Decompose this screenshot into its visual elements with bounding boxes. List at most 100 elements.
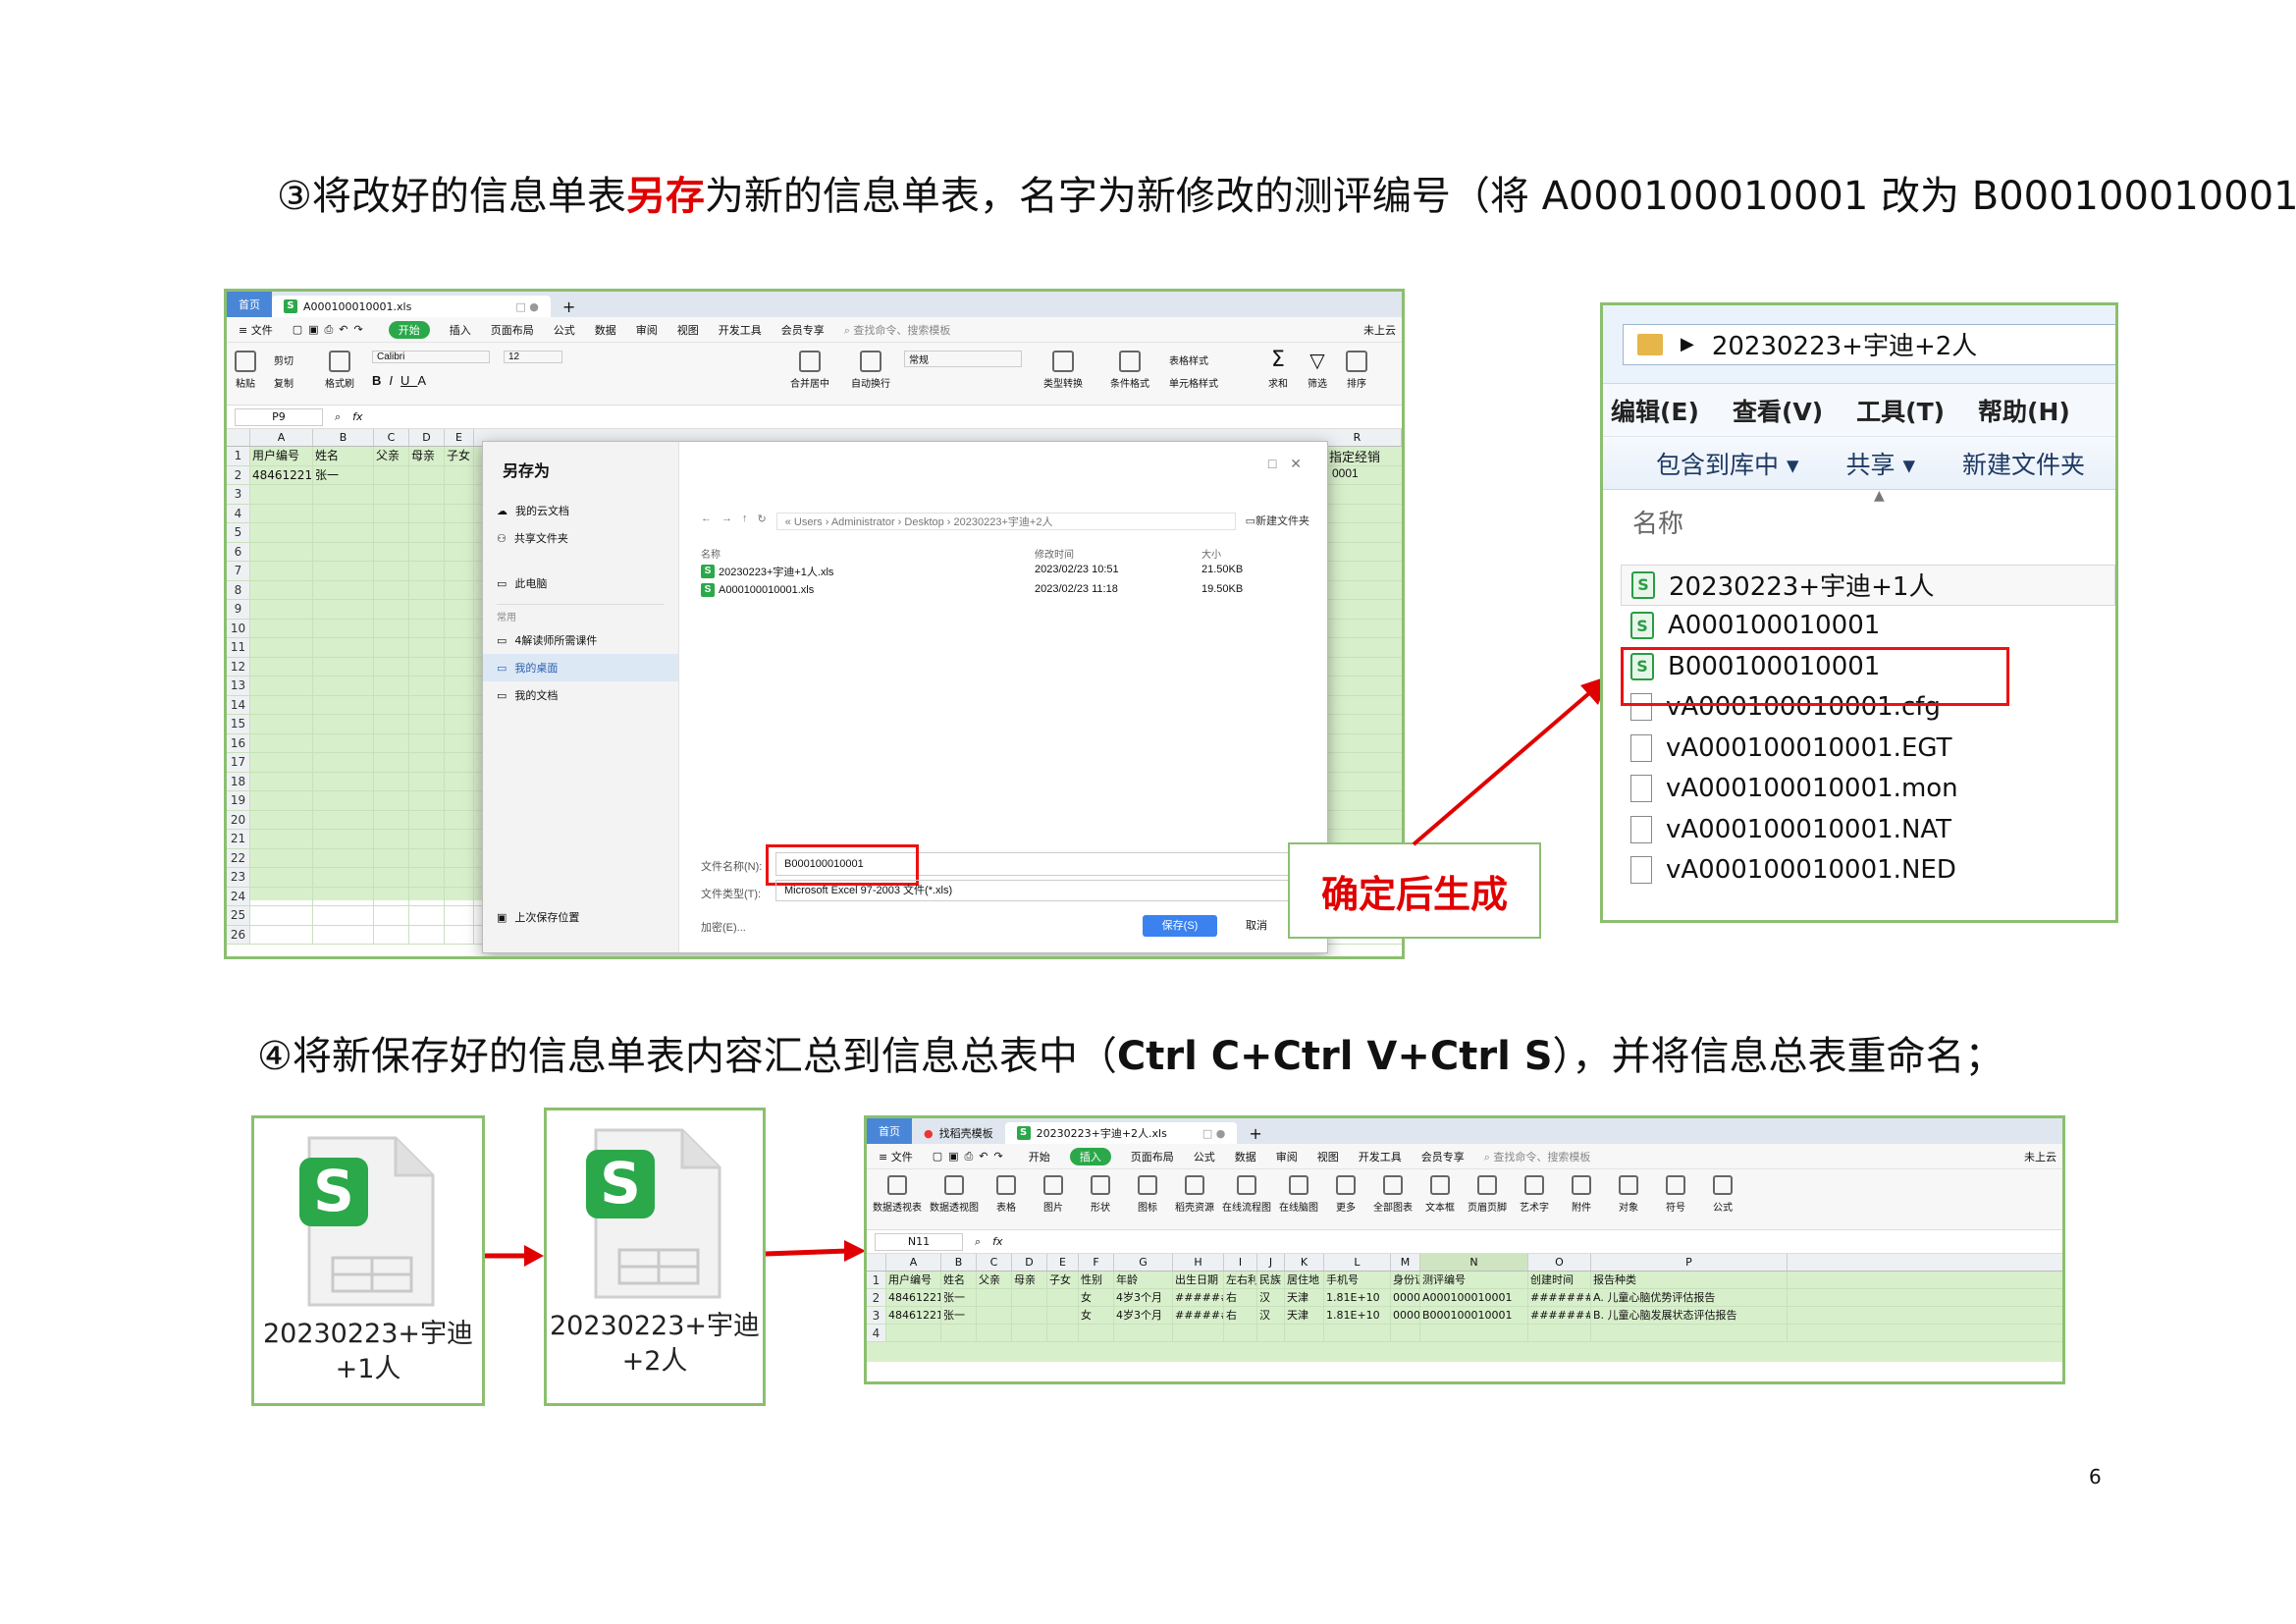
row-number[interactable]: 21 [227,830,250,848]
cell[interactable] [1173,1325,1224,1341]
cell[interactable] [250,580,313,599]
row-number[interactable]: 5 [227,523,250,542]
cell[interactable] [250,791,313,810]
cell[interactable] [374,619,409,637]
col-header[interactable]: P [1591,1254,1788,1271]
cell[interactable]: 4岁3个月 [1114,1289,1173,1306]
cell[interactable] [445,677,474,695]
cell[interactable] [409,523,445,542]
cell[interactable] [445,733,474,752]
file-item[interactable]: S 20230223+宇迪+1人 [1621,565,2115,606]
sum-button[interactable]: Σ 求和 [1267,350,1289,391]
nav-forward-icon[interactable]: → [721,513,732,530]
cell[interactable] [250,677,313,695]
cell[interactable] [409,791,445,810]
font-size-select[interactable]: 12 [504,351,562,363]
cell[interactable]: 父亲 [374,447,409,465]
cell[interactable] [445,753,474,772]
row-number[interactable]: 18 [227,772,250,790]
row-number[interactable]: 15 [227,715,250,733]
cell[interactable] [445,772,474,790]
cell[interactable] [250,695,313,714]
menu-formula[interactable]: 公式 [1194,1149,1215,1164]
cell[interactable] [374,868,409,887]
cell[interactable] [250,504,313,522]
cell[interactable]: 母亲 [409,447,445,465]
cell[interactable] [445,600,474,619]
col-header[interactable]: M [1391,1254,1420,1271]
font-family-select[interactable]: Calibri [372,351,490,363]
cell[interactable] [250,638,313,657]
col-header[interactable]: H [1173,1254,1224,1271]
cell[interactable]: 0000 [1391,1289,1420,1306]
tab-close-icon[interactable]: □ ● [515,300,539,313]
cell[interactable] [313,887,374,905]
cell[interactable]: 报告种类 [1591,1272,1788,1288]
menu-file[interactable]: ≡ 文件 [879,1149,913,1164]
row-number[interactable]: 20 [227,810,250,829]
refresh-icon[interactable]: ↻ [758,513,767,530]
cell[interactable] [1079,1325,1114,1341]
col-header[interactable]: L [1324,1254,1391,1271]
row-number[interactable]: 24 [227,887,250,905]
cell[interactable] [313,791,374,810]
row-number[interactable]: 14 [227,695,250,714]
cell[interactable]: A000100010001 [1420,1289,1528,1306]
cell[interactable] [250,753,313,772]
cell[interactable] [409,695,445,714]
row-number[interactable]: 2 [867,1289,886,1306]
cell[interactable]: 484612216 [886,1289,941,1306]
cell[interactable]: 父亲 [977,1272,1012,1288]
menu-view[interactable]: 视图 [1317,1149,1339,1164]
cell[interactable] [409,485,445,504]
cell[interactable] [445,657,474,676]
cell[interactable] [445,562,474,580]
cell[interactable]: 年龄 [1114,1272,1173,1288]
cell[interactable] [374,504,409,522]
cell[interactable]: ###### [1173,1307,1224,1324]
col-size[interactable]: 大小 [1201,546,1221,561]
cell[interactable] [313,677,374,695]
paste-button[interactable]: 粘贴 [235,351,256,390]
cell[interactable] [313,810,374,829]
cell[interactable]: 性别 [1079,1272,1114,1288]
cell[interactable] [250,925,313,944]
cell[interactable] [977,1325,1012,1341]
cell[interactable] [313,600,374,619]
col-header[interactable]: J [1257,1254,1285,1271]
menu-tools[interactable]: 工具(T) [1856,393,1945,428]
cell[interactable]: 张一 [941,1307,977,1324]
cell[interactable] [250,830,313,848]
cell[interactable]: A. 儿童心脑优势评估报告 [1591,1289,1788,1306]
cell[interactable] [409,830,445,848]
number-format-select[interactable]: 常规 [904,351,1022,367]
cell[interactable]: 创建时间 [1528,1272,1591,1288]
cell[interactable]: B. 儿童心脑发展状态评估报告 [1591,1307,1788,1324]
menu-member[interactable]: 会员专享 [1421,1149,1465,1164]
cell[interactable]: 母亲 [1012,1272,1047,1288]
sidebar-item-documents[interactable]: ▭ 我的文档 [483,681,678,709]
cell[interactable] [374,772,409,790]
tab-close-icon[interactable]: □ ● [1202,1127,1226,1140]
cell[interactable] [409,619,445,637]
menu-data[interactable]: 数据 [595,322,616,338]
cell[interactable] [445,638,474,657]
cloud-status[interactable]: 未上云 [1363,322,1396,338]
filter-button[interactable]: ▽ 筛选 [1307,351,1328,390]
cell[interactable] [250,715,313,733]
address-input[interactable]: ▶ 20230223+宇迪+2人 [1623,323,2115,365]
cell[interactable] [313,580,374,599]
cell[interactable] [250,600,313,619]
menu-view[interactable]: 查看(V) [1733,393,1823,428]
cell[interactable] [977,1307,1012,1324]
cell[interactable] [374,887,409,905]
ribbon-button-16[interactable]: 符号 [1656,1175,1695,1214]
cloud-status[interactable]: 未上云 [2024,1149,2056,1164]
cell[interactable] [313,542,374,561]
new-folder-button[interactable]: ▭新建文件夹 [1246,513,1309,530]
menu-member[interactable]: 会员专享 [781,322,825,338]
menu-file[interactable]: ≡ 文件 [239,322,273,338]
cell[interactable] [374,523,409,542]
cell[interactable] [374,906,409,925]
cell[interactable] [409,504,445,522]
